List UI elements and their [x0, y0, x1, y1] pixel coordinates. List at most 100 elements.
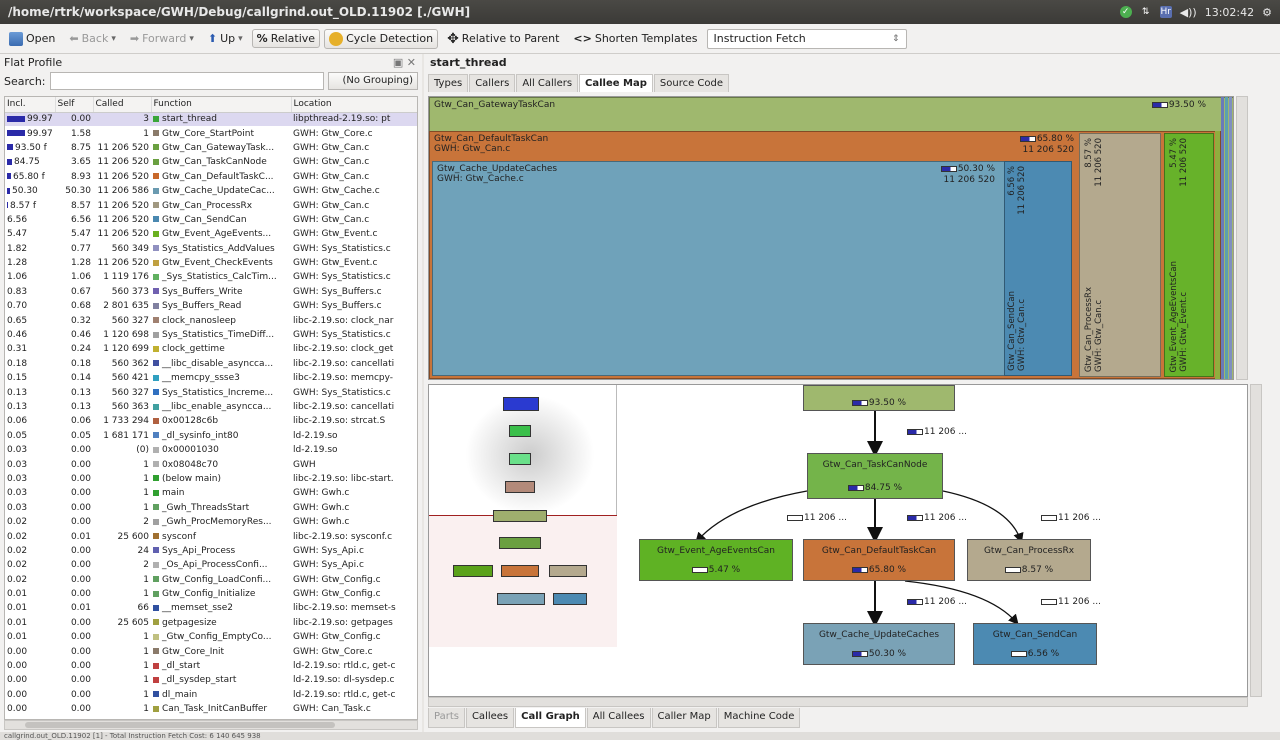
tab-source-code[interactable]: Source Code — [653, 74, 730, 92]
up-button[interactable]: ⬆ Up ▾ — [203, 29, 248, 48]
grouping-select[interactable]: (No Grouping) — [328, 72, 418, 90]
scroll-thumb[interactable] — [25, 722, 335, 728]
table-row[interactable]: 0.02 0.01 25 600 sysconf libc-2.19.so: sysco… — [5, 529, 417, 543]
table-row[interactable]: 0.01 0.00 1 _Gtw_Config_EmptyCo... GWH: Gtw_… — [5, 630, 417, 644]
cycle-detection-toggle[interactable]: Cycle Detection — [324, 28, 439, 49]
table-row[interactable]: 0.02 0.00 1 Gtw_Config_LoadConfi... GWH: Gtw… — [5, 573, 417, 587]
treemap-small-block[interactable] — [1225, 97, 1228, 379]
open-button[interactable]: Open — [4, 29, 60, 49]
table-row[interactable]: 0.18 0.18 560 362 __libc_disable_asyncca...… — [5, 357, 417, 371]
callee-map[interactable]: Gtw_Can_GatewayTaskCan 93.50 % Gtw_Can_D… — [428, 96, 1234, 380]
graph-hscrollbar[interactable] — [428, 697, 1248, 707]
treemap-small-block[interactable] — [1229, 97, 1232, 379]
table-row[interactable]: 0.00 0.00 1 Can_Task_InitCanBuffer GWH: Can_… — [5, 702, 417, 716]
table-row[interactable]: 1.06 1.06 1 119 176 _Sys_Statistics_CalcTim… — [5, 270, 417, 284]
table-row[interactable]: 1.82 0.77 560 349 Sys_Statistics_AddValues G… — [5, 242, 417, 256]
tab-call-graph[interactable]: Call Graph — [515, 708, 586, 728]
tab-types[interactable]: Types — [428, 74, 469, 92]
table-row[interactable]: 6.56 6.56 11 206 520 Gtw_Can_SendCan GWH: Gt… — [5, 213, 417, 227]
table-row[interactable]: 0.13 0.13 560 363 __libc_enable_asyncca... l… — [5, 400, 417, 414]
chevron-down-icon[interactable]: ▾ — [189, 34, 194, 44]
table-row[interactable]: 84.75 3.65 11 206 520 Gtw_Can_TaskCanNode GW… — [5, 155, 417, 169]
table-row[interactable]: 0.00 0.00 1 Gtw_Core_Init GWH: Gtw_Core.c — [5, 644, 417, 658]
relative-to-parent-toggle[interactable]: ✥ Relative to Parent — [442, 28, 564, 50]
table-row[interactable]: 0.03 0.00 1 _Gwh_ThreadsStart GWH: Gwh.c — [5, 501, 417, 515]
table-row[interactable]: 0.00 0.00 1 _dl_start ld-2.19.so: rtld.c, ge… — [5, 659, 417, 673]
chevron-down-icon[interactable]: ▾ — [238, 34, 243, 44]
treemap-sendcan[interactable]: Gtw_Can_SendCan GWH: Gtw_Can.c 6.56 % 11… — [1004, 161, 1072, 376]
graph-node-defaulttask[interactable]: Gtw_Can_DefaultTaskCan 65.80 % — [803, 539, 955, 581]
treemap-ageevents[interactable]: Gtw_Event_AgeEventsCan GWH: Gtw_Event.c … — [1164, 133, 1214, 377]
column-header[interactable]: Self — [55, 97, 94, 113]
table-row[interactable]: 0.02 0.00 2 _Gwh_ProcMemoryRes... GWH: Gwh.c — [5, 515, 417, 529]
table-row[interactable]: 0.01 0.01 66 __memset_sse2 libc-2.19.so: mem… — [5, 601, 417, 615]
call-graph[interactable]: 93.50 % 11 206 ... Gtw_Can_TaskCanNode 8… — [428, 384, 1248, 697]
table-row[interactable]: 0.05 0.05 1 681 171 _dl_sysinfo_int80 ld-2.1… — [5, 429, 417, 443]
tab-parts[interactable]: Parts — [428, 708, 465, 728]
table-row[interactable]: 0.01 0.00 1 Gtw_Config_Initialize GWH: Gtw_C… — [5, 587, 417, 601]
graph-node-gateway[interactable]: 93.50 % — [803, 385, 955, 411]
graph-node-cache[interactable]: Gtw_Cache_UpdateCaches 50.30 % — [803, 623, 955, 665]
tab-all-callers[interactable]: All Callers — [516, 74, 579, 92]
table-row[interactable]: 0.46 0.46 1 120 698 Sys_Statistics_TimeDiff… — [5, 328, 417, 342]
settings-gear-icon[interactable]: ⚙ — [1262, 6, 1272, 19]
event-type-select[interactable]: Instruction Fetch ⇕ — [706, 28, 907, 49]
table-row[interactable]: 0.00 0.00 1 dl_main ld-2.19.so: rtld.c, get-… — [5, 688, 417, 702]
update-icon[interactable]: ✓ — [1119, 6, 1132, 18]
keyboard-layout-icon[interactable]: Hr — [1159, 6, 1172, 18]
flat-profile-table[interactable]: Incl. Self Called Function Location 99.97 0.0… — [4, 96, 418, 720]
table-row[interactable]: 0.13 0.13 560 327 Sys_Statistics_Increme...… — [5, 385, 417, 399]
table-row[interactable]: 8.57 f 8.57 11 206 520 Gtw_Can_ProcessRx GWH… — [5, 198, 417, 212]
panel-close-icon[interactable]: ▣ ✕ — [393, 56, 416, 69]
graph-node-ageevents[interactable]: Gtw_Event_AgeEventsCan 5.47 % — [639, 539, 793, 581]
column-header[interactable]: Incl. — [5, 97, 56, 113]
table-row[interactable]: 0.03 0.00 1 0x08048c70 GWH — [5, 457, 417, 471]
table-row[interactable]: 0.02 0.00 24 Sys_Api_Process GWH: Sys_Api.c — [5, 544, 417, 558]
flat-profile-hscrollbar[interactable] — [4, 720, 418, 730]
table-row[interactable]: 0.83 0.67 560 373 Sys_Buffers_Write GWH: Sys… — [5, 285, 417, 299]
graph-node-sendcan[interactable]: Gtw_Can_SendCan 6.56 % — [973, 623, 1097, 665]
search-input[interactable] — [49, 72, 324, 90]
table-row[interactable]: 65.80 f 8.93 11 206 520 Gtw_Can_DefaultTask… — [5, 170, 417, 184]
tab-callee-map[interactable]: Callee Map — [579, 74, 653, 92]
tab-callees[interactable]: Callees — [465, 708, 515, 728]
relative-toggle[interactable]: % Relative — [251, 29, 321, 48]
table-row[interactable]: 5.47 5.47 11 206 520 Gtw_Event_AgeEvents...… — [5, 227, 417, 241]
graph-node-processrx[interactable]: Gtw_Can_ProcessRx 8.57 % — [967, 539, 1091, 581]
table-row[interactable]: 0.02 0.00 2 _Os_Api_ProcessConfi... GWH: Sys… — [5, 558, 417, 572]
clock[interactable]: 13:02:42 — [1205, 6, 1254, 19]
table-row[interactable]: 99.97 1.58 1 Gtw_Core_StartPoint GWH: Gtw_Co… — [5, 126, 417, 140]
table-row[interactable]: 0.65 0.32 560 327 clock_nanosleep libc-2.19.… — [5, 313, 417, 327]
graph-node-tasknode[interactable]: Gtw_Can_TaskCanNode 84.75 % — [807, 453, 943, 499]
tab-callers[interactable]: Callers — [469, 74, 516, 92]
treemap-small-block[interactable] — [1215, 131, 1220, 379]
column-header[interactable]: Function — [151, 97, 292, 113]
table-row[interactable]: 0.03 0.00 (0) 0x00001030 ld-2.19.so — [5, 443, 417, 457]
table-row[interactable]: 0.01 0.00 25 605 getpagesize libc-2.19.so: g… — [5, 616, 417, 630]
forward-button[interactable]: ➡ Forward ▾ — [125, 29, 199, 48]
treemap-scrollbar[interactable] — [1236, 96, 1248, 380]
chevron-down-icon[interactable]: ▾ — [111, 34, 116, 44]
table-row[interactable]: 0.00 0.00 1 _dl_sysdep_start ld-2.19.so: dl-… — [5, 673, 417, 687]
table-row[interactable]: 50.30 50.30 11 206 586 Gtw_Cache_UpdateCac.… — [5, 184, 417, 198]
table-row[interactable]: 0.03 0.00 1 (below main) libc-2.19.so: libc-… — [5, 472, 417, 486]
table-row[interactable]: 99.97 0.00 3 start_thread libpthread-2.19.so… — [5, 112, 417, 127]
table-row[interactable]: 1.28 1.28 11 206 520 Gtw_Event_CheckEvents G… — [5, 256, 417, 270]
shorten-templates-toggle[interactable]: <> Shorten Templates — [568, 29, 702, 48]
column-header[interactable]: Called — [93, 97, 152, 113]
table-row[interactable]: 0.03 0.00 1 main GWH: Gwh.c — [5, 486, 417, 500]
column-header[interactable]: Location — [291, 97, 417, 113]
table-row[interactable]: 0.06 0.06 1 733 294 0x00128c6b libc-2.19.so:… — [5, 414, 417, 428]
back-button[interactable]: ⬅ Back ▾ — [64, 29, 120, 48]
tab-machine-code[interactable]: Machine Code — [717, 708, 801, 728]
network-icon[interactable]: ⇅ — [1140, 6, 1152, 18]
table-row[interactable]: 0.15 0.14 560 421 __memcpy_ssse3 libc-2.19.s… — [5, 371, 417, 385]
treemap-processrx[interactable]: Gtw_Can_ProcessRx GWH: Gtw_Can.c 8.57 % … — [1079, 133, 1161, 377]
table-row[interactable]: 0.31 0.24 1 120 699 clock_gettime libc-2.19.… — [5, 342, 417, 356]
volume-icon[interactable]: ◀)) — [1180, 6, 1197, 19]
graph-vscrollbar[interactable] — [1250, 384, 1262, 697]
table-row[interactable]: 93.50 f 8.75 11 206 520 Gtw_Can_GatewayTask… — [5, 141, 417, 155]
table-row[interactable]: 0.70 0.68 2 801 635 Sys_Buffers_Read GWH: Sy… — [5, 299, 417, 313]
tab-caller-map[interactable]: Caller Map — [651, 708, 717, 728]
treemap-small-block[interactable] — [1221, 97, 1224, 379]
